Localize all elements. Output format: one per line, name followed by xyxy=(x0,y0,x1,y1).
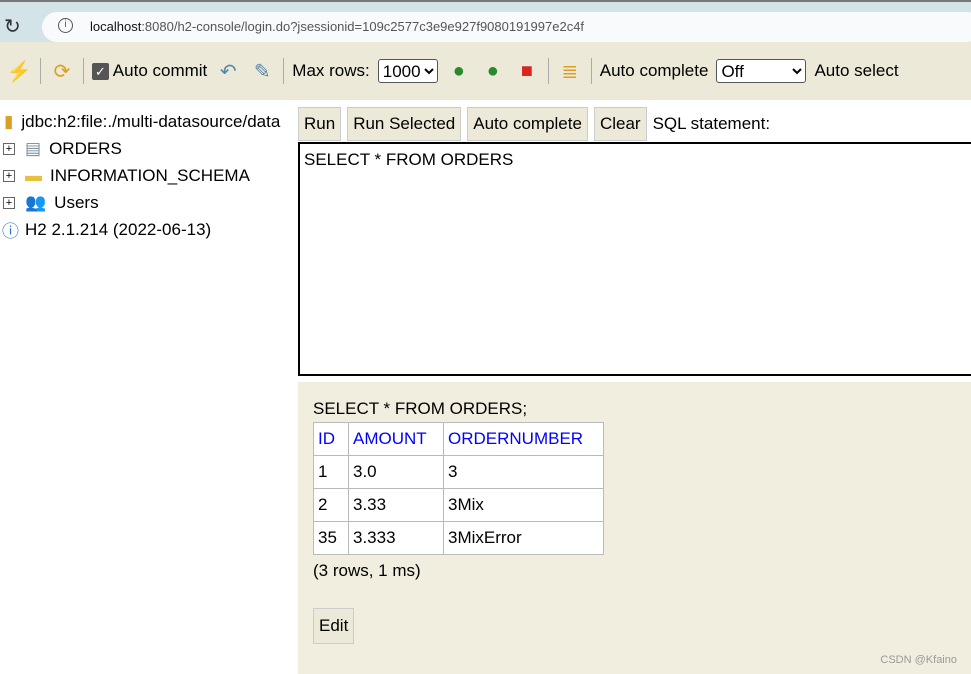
run-button[interactable]: Run xyxy=(298,107,342,141)
info-icon: ⓘ xyxy=(2,222,19,241)
sql-input[interactable]: SELECT * FROM ORDERS xyxy=(298,142,971,376)
divider xyxy=(83,58,84,84)
result-table: ID AMOUNT ORDERNUMBER 1 3.0 3 2 3.33 3Mix 35 3.… xyxy=(313,422,604,555)
auto-commit-checkbox[interactable]: ✓ Auto commit xyxy=(92,61,207,81)
run-selected-icon[interactable]: ● xyxy=(480,60,506,83)
reload-icon[interactable]: ↻ xyxy=(4,14,21,39)
commit-icon[interactable]: ✎ xyxy=(249,59,275,84)
watermark: CSDN @Kfaino xyxy=(880,654,957,666)
toolbar: ⚡ ⟳ ✓ Auto commit ↶ ✎ Max rows: 1000 ● ●… xyxy=(0,42,971,100)
stop-icon[interactable]: ■ xyxy=(514,60,540,83)
browser-bar: ↻ localhost:8080/h2-console/login.do?jse… xyxy=(0,0,971,42)
column-header[interactable]: AMOUNT xyxy=(348,422,444,456)
table-row: 35 3.333 3MixError xyxy=(313,521,604,555)
disconnect-icon[interactable]: ⚡ xyxy=(6,59,32,84)
table-row: 2 3.33 3Mix xyxy=(313,488,604,522)
auto-complete-select[interactable]: Off xyxy=(716,59,807,83)
result-summary: (3 rows, 1 ms) xyxy=(313,561,421,580)
refresh-icon[interactable]: ⟳ xyxy=(49,59,75,84)
check-icon: ✓ xyxy=(92,63,109,81)
divider xyxy=(40,58,41,84)
run-selected-button[interactable]: Run Selected xyxy=(347,107,462,141)
tree-item-orders[interactable]: + ▤ ORDERS xyxy=(0,135,295,162)
sql-label: SQL statement: xyxy=(652,114,771,133)
results-panel: SELECT * FROM ORDERS; ID AMOUNT ORDERNUMBE… xyxy=(298,382,971,674)
max-rows-select[interactable]: 1000 xyxy=(377,59,438,83)
run-icon[interactable]: ● xyxy=(446,60,472,83)
database-icon: ▮ xyxy=(4,111,14,131)
expand-icon[interactable]: + xyxy=(3,142,15,155)
edit-button[interactable]: Edit xyxy=(313,608,355,644)
auto-complete-button[interactable]: Auto complete xyxy=(467,107,588,141)
history-icon[interactable]: ≣ xyxy=(557,59,583,84)
schema-tree: ▮ jdbc:h2:file:./multi-datasource/data + ▤… xyxy=(0,108,295,243)
column-header[interactable]: ORDERNUMBER xyxy=(443,422,604,456)
table-row: 1 3.0 3 xyxy=(313,455,604,489)
tree-item-information-schema[interactable]: + ▬ INFORMATION_SCHEMA xyxy=(0,162,295,189)
folder-icon: ▬ xyxy=(25,165,42,185)
rollback-icon[interactable]: ↶ xyxy=(215,59,241,84)
users-icon: 👥 xyxy=(25,192,47,212)
divider xyxy=(590,58,592,84)
expand-icon[interactable]: + xyxy=(3,169,15,182)
site-info-icon[interactable]: i xyxy=(58,18,73,33)
address-bar[interactable]: localhost:8080/h2-console/login.do?jsess… xyxy=(42,12,971,42)
result-statement: SELECT * FROM ORDERS; xyxy=(313,399,528,418)
connection-node[interactable]: ▮ jdbc:h2:file:./multi-datasource/data xyxy=(0,108,295,135)
column-header[interactable]: ID xyxy=(313,422,349,456)
version-info: ⓘ H2 2.1.214 (2022-06-13) xyxy=(0,216,295,243)
table-icon: ▤ xyxy=(25,138,42,158)
tree-item-users[interactable]: + 👥 Users xyxy=(0,189,295,216)
expand-icon[interactable]: + xyxy=(3,196,15,209)
clear-button[interactable]: Clear xyxy=(593,107,647,141)
divider xyxy=(283,58,285,84)
divider xyxy=(547,58,549,84)
